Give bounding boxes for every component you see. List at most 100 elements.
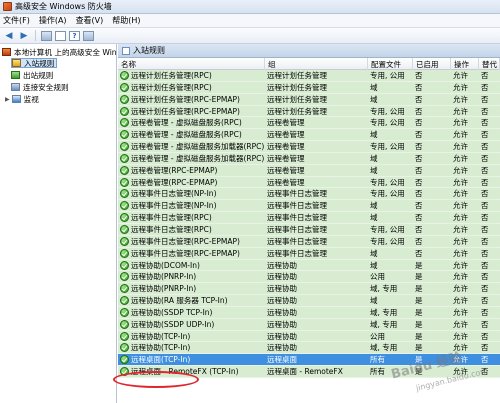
table-row[interactable]: 远程协助(PNRP-In) 远程协助 域, 专用 是 允许 否 xyxy=(118,283,500,296)
firewall-app-icon xyxy=(3,2,12,11)
rule-override: 否 xyxy=(481,236,489,246)
table-row[interactable]: 远程计划任务管理(RPC-EPMAP) 远程计划任务管理 域 否 允许 否 xyxy=(118,93,500,106)
table-row[interactable]: 远程卷管理(RPC-EPMAP) 远程卷管理 域 否 允许 否 xyxy=(118,164,500,177)
table-row[interactable]: 远程协助(DCOM-In) 远程协助 域 是 允许 否 xyxy=(118,259,500,272)
rule-action-cell: 允许 xyxy=(451,295,479,306)
rule-profile-cell: 专用, 公用 xyxy=(368,236,413,247)
rule-group-cell: 远程卷管理 xyxy=(265,129,368,140)
rule-override-cell: 否 xyxy=(479,295,500,306)
table-row[interactable]: 远程事件日志管理(RPC-EPMAP) 远程事件日志管理 专用, 公用否允许否 xyxy=(118,235,500,248)
tree-item-connection-security-rules[interactable]: 连接安全规则 xyxy=(11,82,69,92)
rule-group: 远程事件日志管理 xyxy=(267,213,327,223)
table-row[interactable]: 远程计划任务管理(RPC) 远程计划任务管理 专用, 公用 否 允许 否 xyxy=(118,70,500,82)
table-row[interactable]: 远程协助(RA 服务器 TCP-In) 远程协助 域 是 允许 否 xyxy=(118,295,500,307)
table-row[interactable]: 远程协助(SSDP UDP-In) 远程协助 域, 专用 是 允许 否 xyxy=(118,318,500,331)
rule-name-cell: 远程事件日志管理(RPC-EPMAP) xyxy=(118,236,265,247)
table-row[interactable]: 远程事件日志管理(NP-In) 远程事件日志管理 域 否 允许 否 xyxy=(118,200,500,213)
rule-override-cell: 否 xyxy=(479,141,500,152)
rule-profile-cell: 专用, 公用 xyxy=(368,117,413,128)
column-header-group[interactable]: 组 xyxy=(265,58,368,70)
show-hide-tree-icon[interactable] xyxy=(41,30,52,41)
table-row[interactable]: 远程事件日志管理(NP-In) 远程事件日志管理 专用, 公用否允许否 xyxy=(118,188,500,201)
tree-item-monitoring[interactable]: ▶ 监视 xyxy=(5,94,39,104)
rule-enabled-check-icon xyxy=(120,118,129,128)
rule-override-cell: 否 xyxy=(479,260,500,271)
rule-action-cell: 允许 xyxy=(451,200,479,211)
rule-group-cell: 远程计划任务管理 xyxy=(265,70,368,81)
table-row[interactable]: 远程协助(PNRP-In) 远程协助 公用 是 允许 否 xyxy=(118,271,500,284)
rule-enabled-cell: 否 xyxy=(413,212,451,223)
rule-profile-cell: 域, 专用 xyxy=(368,319,413,330)
rule-action: 允许 xyxy=(453,94,468,104)
toolbar: ◀ ▶ ? xyxy=(0,28,500,44)
menu-view[interactable]: 查看(V) xyxy=(76,15,104,26)
properties-icon[interactable] xyxy=(55,30,66,41)
table-row[interactable]: 远程卷管理 - 虚拟磁盘服务加载器(RPC) 远程卷管理 专用, 公用否允许否 xyxy=(118,141,500,153)
tree-item-inbound-rules[interactable]: 入站规则 xyxy=(11,58,58,68)
table-row[interactable]: 远程事件日志管理(RPC-EPMAP) 远程事件日志管理 域 否 允许 否 xyxy=(118,247,500,260)
expand-triangle-icon[interactable]: ▶ xyxy=(5,96,10,103)
column-header-override[interactable]: 替代 xyxy=(479,58,500,70)
rule-override: 否 xyxy=(481,201,489,211)
rule-group-cell: 远程桌面 xyxy=(265,354,368,365)
rule-action: 允许 xyxy=(453,236,468,246)
table-row[interactable]: 远程协助(SSDP TCP-In) 远程协助 域, 专用 是 允许 否 xyxy=(118,306,500,319)
rule-profile: 专用, 公用 xyxy=(370,224,405,234)
menu-file[interactable]: 文件(F) xyxy=(3,15,30,26)
tree-item-outbound-rules[interactable]: 出站规则 xyxy=(11,70,53,80)
rule-action: 允许 xyxy=(453,272,468,282)
rule-enabled-check-icon xyxy=(120,248,129,258)
table-row[interactable]: 远程卷管理(RPC-EPMAP) 远程卷管理 专用, 公用否允许否 xyxy=(118,176,500,189)
column-header-enabled[interactable]: 已启用 xyxy=(413,58,451,70)
column-header-profile[interactable]: 配置文件 xyxy=(368,58,413,70)
show-hide-action-pane-icon[interactable] xyxy=(83,30,94,41)
rule-enabled-check-icon xyxy=(120,224,129,234)
rule-group-cell: 远程事件日志管理 xyxy=(265,212,368,223)
column-header-action[interactable]: 操作 xyxy=(451,58,479,70)
menu-action[interactable]: 操作(A) xyxy=(39,15,67,26)
rule-profile: 专用, 公用 xyxy=(370,118,405,128)
rule-enabled-check-icon xyxy=(120,307,129,317)
rule-override-cell: 否 xyxy=(479,212,500,223)
rule-group-cell: 远程协助 xyxy=(265,260,368,271)
rule-profile: 公用 xyxy=(370,331,385,341)
column-header-name[interactable]: 名称 xyxy=(118,58,265,70)
table-row[interactable]: 远程计划任务管理(RPC) 远程计划任务管理 域 否 允许 否 xyxy=(118,81,500,94)
rule-action-cell: 允许 xyxy=(451,141,479,152)
rule-action: 允许 xyxy=(453,177,468,187)
rule-group: 远程桌面 xyxy=(267,355,297,365)
forward-arrow-icon[interactable]: ▶ xyxy=(18,30,30,42)
rule-override: 否 xyxy=(481,94,489,104)
rule-action: 允许 xyxy=(453,284,468,294)
rule-enabled-check-icon xyxy=(120,106,129,116)
table-row[interactable]: 远程事件日志管理(RPC) 远程事件日志管理 域 否 允许 否 xyxy=(118,212,500,224)
rule-action: 允许 xyxy=(453,307,468,317)
rule-name: 远程计划任务管理(RPC-EPMAP) xyxy=(131,106,240,116)
table-row[interactable]: 远程卷管理 - 虚拟磁盘服务加载器(RPC) 远程卷管理 域 否 允许 否 xyxy=(118,152,500,165)
table-row[interactable]: 远程卷管理 - 虚拟磁盘服务(RPC) 远程卷管理 域 否 允许 否 xyxy=(118,129,500,142)
rule-name-cell: 远程事件日志管理(RPC-EPMAP) xyxy=(118,248,265,259)
rule-enabled-check-icon xyxy=(120,142,129,152)
table-row[interactable]: 远程协助(TCP-In) 远程协助 公用 是 允许 否 xyxy=(118,330,500,343)
rule-override: 否 xyxy=(481,213,489,223)
rule-profile-cell: 域 xyxy=(368,200,413,211)
rule-profile: 域, 专用 xyxy=(370,319,398,329)
rule-name-cell: 远程计划任务管理(RPC-EPMAP) xyxy=(118,106,265,117)
rule-profile: 所有 xyxy=(370,355,385,365)
table-row[interactable]: 远程卷管理 - 虚拟磁盘服务(RPC) 远程卷管理 专用, 公用否允许否 xyxy=(118,117,500,130)
rule-enabled: 否 xyxy=(415,236,423,246)
rule-group-cell: 远程卷管理 xyxy=(265,165,368,176)
rule-override: 否 xyxy=(481,177,489,187)
rule-profile: 域 xyxy=(370,296,378,306)
rule-name: 远程卷管理(RPC-EPMAP) xyxy=(131,177,218,187)
rule-override: 否 xyxy=(481,106,489,116)
table-row[interactable]: 远程计划任务管理(RPC-EPMAP) 远程计划任务管理 专用, 公用否允许否 xyxy=(118,105,500,118)
menu-help[interactable]: 帮助(H) xyxy=(112,15,140,26)
help-icon[interactable]: ? xyxy=(69,30,80,41)
back-arrow-icon[interactable]: ◀ xyxy=(3,30,15,42)
rule-override-cell: 否 xyxy=(479,188,500,199)
rule-group-cell: 远程桌面 - RemoteFX xyxy=(265,366,368,377)
tree-root[interactable]: 本地计算机 上的高级安全 Win xyxy=(2,47,117,57)
table-row[interactable]: 远程事件日志管理(RPC) 远程事件日志管理 专用, 公用否允许否 xyxy=(118,223,500,236)
rule-enabled-cell: 否 xyxy=(413,177,451,188)
